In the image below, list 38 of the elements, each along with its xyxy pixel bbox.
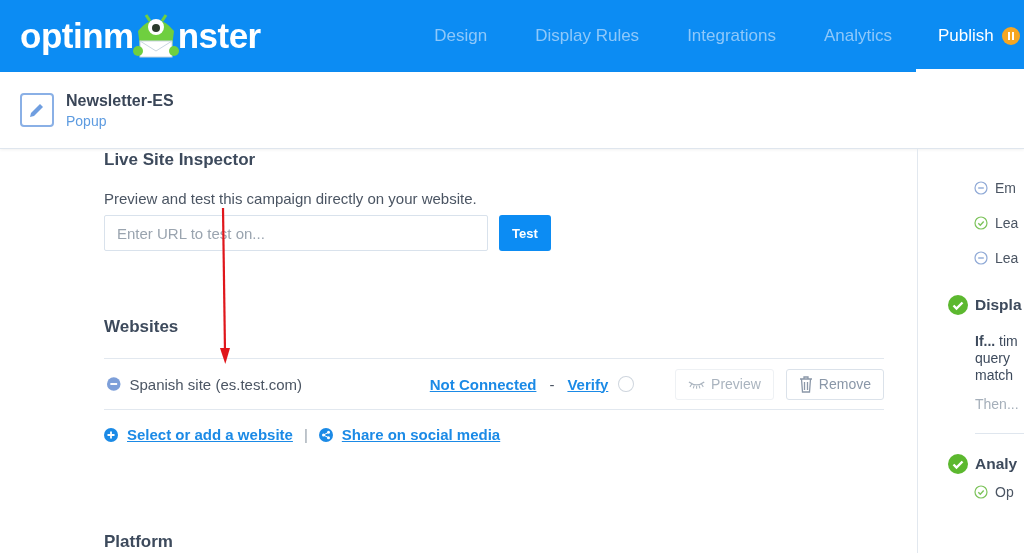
rule-text: Then...	[975, 396, 1020, 412]
action-link[interactable]: Share on social media	[341, 426, 501, 443]
nav-tab[interactable]: Analytics	[799, 0, 916, 72]
separator-text: -	[549, 375, 555, 393]
action-link[interactable]: Select or add a website	[127, 426, 293, 443]
logo-text: optinm	[20, 16, 134, 56]
nav-tab[interactable]: Publish	[916, 0, 1024, 72]
sidebar-heading: Analy	[975, 455, 1018, 473]
status-link[interactable]: Not Connected	[429, 375, 537, 393]
verify-link[interactable]: Verify	[567, 375, 609, 393]
logo-text: nster	[177, 16, 261, 56]
section-heading: Platform	[104, 532, 174, 552]
nav-tab[interactable]: Integrations	[663, 0, 800, 72]
section-heading: Live Site Inspector	[104, 150, 257, 170]
nav-tab[interactable]: Design	[410, 0, 512, 72]
share-icon	[318, 427, 333, 442]
sidebar-heading: Displa	[975, 296, 1022, 314]
section-heading: Websites	[104, 317, 180, 337]
campaign-type: Popup	[66, 112, 108, 129]
trash-icon	[798, 375, 813, 393]
remove-button[interactable]: Remove	[785, 368, 884, 400]
description-text: Preview and test this campaign directly on your website.	[104, 190, 478, 207]
checklist-item: Op	[995, 483, 1014, 500]
website-name: Spanish site (es.test.com)	[129, 375, 304, 393]
edit-button[interactable]	[20, 93, 54, 127]
checklist-item: Lea	[995, 214, 1019, 231]
rule-text: query	[975, 350, 1012, 367]
plus-circle-icon	[104, 427, 118, 442]
checklist-item: Lea	[995, 249, 1019, 266]
test-button[interactable]: Test	[499, 215, 551, 251]
pencil-icon	[28, 101, 46, 119]
rule-text: match	[975, 367, 1015, 384]
campaign-title: Newsletter-ES	[66, 91, 174, 110]
checklist-item: Em	[995, 179, 1016, 196]
nav-tab[interactable]: Display Rules	[511, 0, 664, 72]
minus-circle-icon[interactable]	[106, 376, 122, 392]
separator-text: |	[303, 426, 308, 443]
rule-text: If... tim	[975, 333, 1019, 350]
